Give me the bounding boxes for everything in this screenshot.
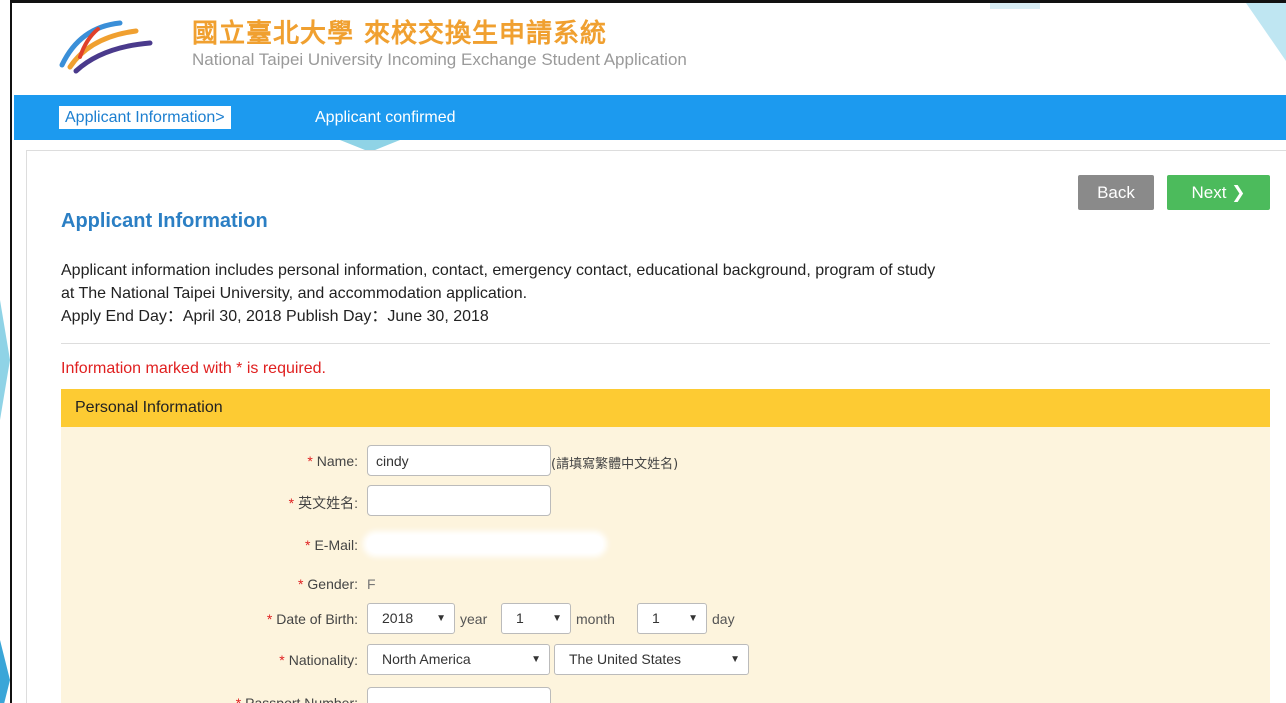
english-name-input[interactable]: [367, 485, 551, 516]
field-label: * Name:: [307, 453, 358, 469]
breadcrumb-applicant-confirmed[interactable]: Applicant confirmed: [315, 106, 456, 129]
decoration-triangle: [0, 640, 10, 703]
form-row-nationality: * Nationality: North America ▼ The United …: [61, 642, 1270, 678]
form-row-date-of-birth: * Date of Birth: 2018 ▼ year 1 ▼ month 1 ▼ d…: [61, 601, 1270, 637]
birth-day-select[interactable]: 1 ▼: [637, 603, 707, 634]
form-row-passport: * Passport Number:: [61, 685, 1270, 703]
year-unit: year: [460, 611, 488, 627]
intro-text: Applicant information includes personal …: [61, 259, 1261, 328]
birth-year-select[interactable]: 2018 ▼: [367, 603, 455, 634]
form-row-name: *Name: (請填寫繁體中文姓名): [61, 443, 1270, 479]
divider: [61, 343, 1270, 344]
field-label: * Date of Birth:: [266, 611, 358, 627]
personal-information-form: *Name: (請填寫繁體中文姓名) *英文姓名: *E-Mail: *Gend…: [61, 427, 1270, 703]
chevron-down-icon: ▼: [730, 654, 740, 665]
chevron-down-icon: ▼: [688, 613, 698, 624]
site-header: 國立臺北大學 來校交換生申請系統 National Taipei Univers…: [14, 3, 1286, 95]
breadcrumb-applicant-information[interactable]: Applicant Information>: [59, 106, 231, 129]
chevron-down-icon: ▼: [531, 654, 541, 665]
form-row-email: * E-Mail:: [61, 527, 1270, 563]
field-label: * Gender:: [297, 576, 358, 592]
intro-line: at The National Taipei University, and a…: [61, 285, 528, 302]
chevron-down-icon: ▼: [552, 613, 562, 624]
passport-number-input[interactable]: [367, 687, 551, 703]
gender-value: F: [367, 576, 376, 592]
redacted-email: [367, 535, 603, 553]
chevron-down-icon: ▼: [436, 613, 446, 624]
name-hint: (請填寫繁體中文姓名): [551, 457, 679, 472]
month-unit: month: [576, 611, 615, 627]
decoration-triangle: [0, 300, 10, 420]
application-dates: Apply End Day：April 30, 2018 Publish Day…: [61, 308, 489, 325]
form-row-gender: * Gender: F: [61, 566, 1270, 602]
form-row-english-name: * 英文姓名:: [61, 483, 1270, 519]
back-button[interactable]: Back: [1078, 175, 1154, 210]
next-button[interactable]: Next ❯: [1167, 175, 1270, 210]
region-select[interactable]: North America ▼: [367, 644, 550, 675]
field-label: * 英文姓名:: [288, 495, 358, 511]
required-note: Information marked with * is required.: [61, 360, 326, 377]
name-input[interactable]: [367, 445, 551, 476]
page-title: Applicant Information: [61, 210, 268, 232]
decoration-bar: [990, 3, 1040, 9]
site-title-chinese: 國立臺北大學 來校交換生申請系統: [192, 19, 608, 49]
birth-month-select[interactable]: 1 ▼: [501, 603, 571, 634]
window-top-border: [0, 0, 1286, 3]
intro-line: Applicant information includes personal …: [61, 262, 936, 279]
field-label: * E-Mail:: [304, 537, 358, 553]
field-label: * Nationality:: [279, 652, 358, 668]
site-title-english: National Taipei University Incoming Exch…: [192, 50, 687, 69]
personal-information-header: Personal Information: [61, 389, 1270, 427]
breadcrumb-bar: Applicant Information> Applicant confirm…: [14, 95, 1286, 140]
university-logo-icon: [59, 20, 153, 74]
day-unit: day: [712, 611, 735, 627]
field-label: * Passport Number:: [235, 695, 358, 703]
window-left-border: [0, 0, 12, 703]
country-select[interactable]: The United States ▼: [554, 644, 749, 675]
decoration-triangle: [1246, 3, 1286, 61]
